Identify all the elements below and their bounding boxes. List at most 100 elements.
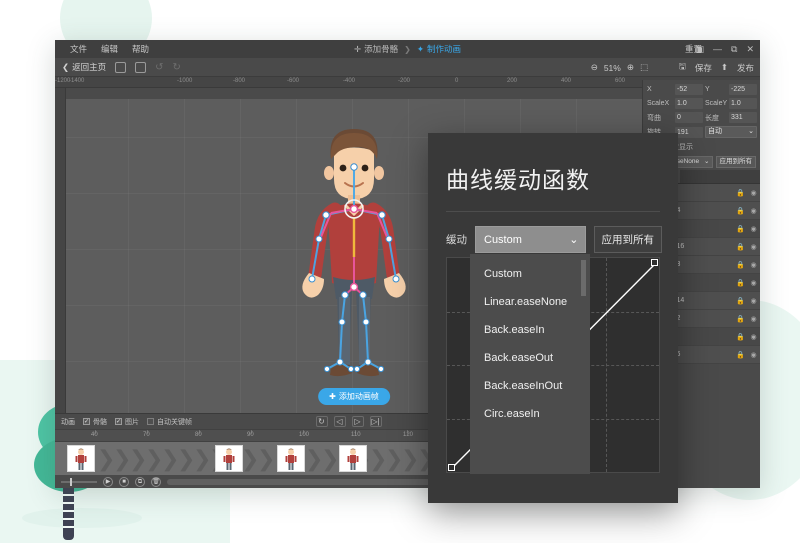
duplicate-icon[interactable] xyxy=(135,62,146,73)
chevron-down-icon: ⌄ xyxy=(748,127,754,137)
prop-select-auto[interactable]: 自动 ⌄ xyxy=(705,126,757,138)
prop-label-x: X xyxy=(647,86,673,93)
ruler-tick: 0 xyxy=(455,78,458,84)
lock-icon[interactable]: 🔒 xyxy=(734,261,747,269)
tree-trunk-notch xyxy=(63,494,74,496)
lock-icon[interactable]: 🔒 xyxy=(734,189,747,197)
tool-animate[interactable]: ✦ 制作动画 xyxy=(417,43,461,55)
curve-handle-start[interactable] xyxy=(448,464,455,471)
eye-icon[interactable]: ◉ xyxy=(747,243,760,251)
eye-icon[interactable]: ◉ xyxy=(747,189,760,197)
dropdown-option-circ-easein[interactable]: Circ.easeIn xyxy=(470,400,590,428)
undo-icon[interactable]: ↺ xyxy=(155,62,163,73)
easing-function-dialog: 曲线缓动函数 缓动 Custom ⌄ 应用到所有 Custom Linear.e… xyxy=(428,133,678,503)
prop-value-length[interactable]: 331 xyxy=(729,112,757,123)
keyframe-thumbnail[interactable] xyxy=(339,445,367,472)
close-icon[interactable]: ✕ xyxy=(746,44,754,55)
dropdown-option-back-easein[interactable]: Back.easeIn xyxy=(470,316,590,344)
eye-icon[interactable]: ◉ xyxy=(747,279,760,287)
dropdown-option-custom[interactable]: Custom xyxy=(470,260,590,288)
stop-small-icon[interactable]: ■ xyxy=(119,477,129,487)
keyframe-thumbnail[interactable] xyxy=(215,445,243,472)
prop-value-scaley[interactable]: 1.0 xyxy=(729,98,757,109)
save-label[interactable]: 保存 xyxy=(695,62,712,74)
eye-icon[interactable]: ◉ xyxy=(747,225,760,233)
timeline-checkbox-autokey-label: 自动关键帧 xyxy=(157,417,192,427)
ease-select[interactable]: Custom ⌄ xyxy=(475,226,586,253)
prev-frame-icon[interactable]: ◁ xyxy=(334,416,346,427)
zoom-out-icon[interactable]: ⊖ xyxy=(591,62,598,73)
lock-icon[interactable]: 🔒 xyxy=(734,333,747,341)
play-small-icon[interactable]: ▶ xyxy=(103,477,113,487)
menu-item-help[interactable]: 帮助 xyxy=(125,40,156,58)
eye-icon[interactable]: ◉ xyxy=(747,207,760,215)
timeline-zoom-slider[interactable] xyxy=(61,481,97,483)
ruler-tick: -400 xyxy=(343,78,355,84)
ruler-tick: -1400 xyxy=(69,78,84,84)
lock-icon[interactable]: 🔒 xyxy=(734,207,747,215)
curve-handle-end[interactable] xyxy=(651,259,658,266)
play-icon[interactable]: ▷ xyxy=(352,416,364,427)
lock-icon[interactable]: 🔒 xyxy=(734,279,747,287)
add-animation-frame-button[interactable]: ✚ 添加动画帧 xyxy=(318,388,390,405)
maximize-icon[interactable]: ⧉ xyxy=(731,44,737,55)
lock-icon[interactable]: 🔒 xyxy=(734,315,747,323)
eye-icon[interactable]: ◉ xyxy=(747,297,760,305)
prop-value-x[interactable]: -52 xyxy=(675,84,703,95)
zoom-level: 51% xyxy=(604,63,621,73)
dropdown-scrollbar[interactable] xyxy=(581,260,586,296)
timeline-checkbox-images-label: 图片 xyxy=(125,417,139,427)
plus-icon: ✚ xyxy=(329,392,336,401)
dropdown-option-back-easeinout[interactable]: Back.easeInOut xyxy=(470,372,590,400)
save-icon[interactable]: 🖫 xyxy=(679,61,686,75)
character-rig[interactable] xyxy=(279,117,429,413)
ruler-tick: 400 xyxy=(561,78,571,84)
dropdown-option-linear-easenone[interactable]: Linear.easeNone xyxy=(470,288,590,316)
timeline-checkbox-images[interactable]: ✓ 图片 xyxy=(115,417,139,427)
lock-icon[interactable]: 🔒 xyxy=(734,351,747,359)
apply-to-all-button[interactable]: 应用到所有 xyxy=(594,226,663,253)
eye-icon[interactable]: ◉ xyxy=(747,333,760,341)
timeline-checkbox-bones[interactable]: ✓ 骨骼 xyxy=(83,417,107,427)
prop-label-scalex: ScaleX xyxy=(647,100,673,107)
keyframe-thumbnail[interactable] xyxy=(67,445,95,472)
new-document-icon[interactable] xyxy=(115,62,126,73)
copy-frame-icon[interactable]: ⧉ xyxy=(135,477,145,487)
next-frame-icon[interactable]: ▷| xyxy=(370,416,382,427)
timeline-checkbox-autokey[interactable]: 自动关键帧 xyxy=(147,417,192,427)
eye-icon[interactable]: ◉ xyxy=(747,315,760,323)
timeline-tick: 90 xyxy=(247,432,254,438)
prop-value-y[interactable]: -225 xyxy=(729,84,757,95)
prop-value-bend[interactable]: 0 xyxy=(675,112,703,123)
lock-icon[interactable]: 🔒 xyxy=(734,297,747,305)
lock-icon[interactable]: 🔒 xyxy=(734,225,747,233)
restore-icon[interactable]: ▣ xyxy=(696,44,705,55)
eye-icon[interactable]: ◉ xyxy=(747,261,760,269)
tool-add-bone[interactable]: ✛ 添加骨骼 xyxy=(354,43,398,55)
mode-toolbar: ✛ 添加骨骼 ❯ ✦ 制作动画 xyxy=(55,40,760,58)
dropdown-option-back-easeout[interactable]: Back.easeOut xyxy=(470,344,590,372)
checkbox-unchecked-icon xyxy=(147,418,154,425)
back-to-home-button[interactable]: ❮ 返回主页 xyxy=(62,61,106,73)
publish-label[interactable]: 发布 xyxy=(737,62,754,74)
prop-label-y: Y xyxy=(705,86,727,93)
prop-value-scalex[interactable]: 1.0 xyxy=(675,98,703,109)
tree-trunk-notch xyxy=(63,510,74,512)
prop-value-rotate[interactable]: 191 xyxy=(675,127,703,138)
keyframe-preview-icon xyxy=(346,448,360,472)
eye-icon[interactable]: ◉ xyxy=(747,351,760,359)
panel-apply-all-button[interactable]: 应用到所有 xyxy=(716,156,757,168)
ease-dropdown-list[interactable]: Custom Linear.easeNone Back.easeIn Back.… xyxy=(470,254,590,474)
zoom-in-icon[interactable]: ⊕ xyxy=(627,62,634,73)
lock-icon[interactable]: 🔒 xyxy=(734,243,747,251)
redo-icon[interactable]: ↻ xyxy=(173,62,181,73)
keyframe-thumbnail[interactable] xyxy=(277,445,305,472)
menu-item-file[interactable]: 文件 xyxy=(63,40,94,58)
loop-icon[interactable]: ↻ xyxy=(316,416,328,427)
delete-frame-icon[interactable]: 🗑 xyxy=(151,477,161,487)
menu-bar: 文件 编辑 帮助 ✛ 添加骨骼 ❯ ✦ 制作动画 重置 ▣ — ⧉ ✕ xyxy=(55,40,760,58)
fit-screen-icon[interactable]: ⬚ xyxy=(640,62,648,73)
publish-icon[interactable]: ⬆ xyxy=(721,62,728,73)
menu-item-edit[interactable]: 编辑 xyxy=(94,40,125,58)
minimize-icon[interactable]: — xyxy=(713,44,722,54)
